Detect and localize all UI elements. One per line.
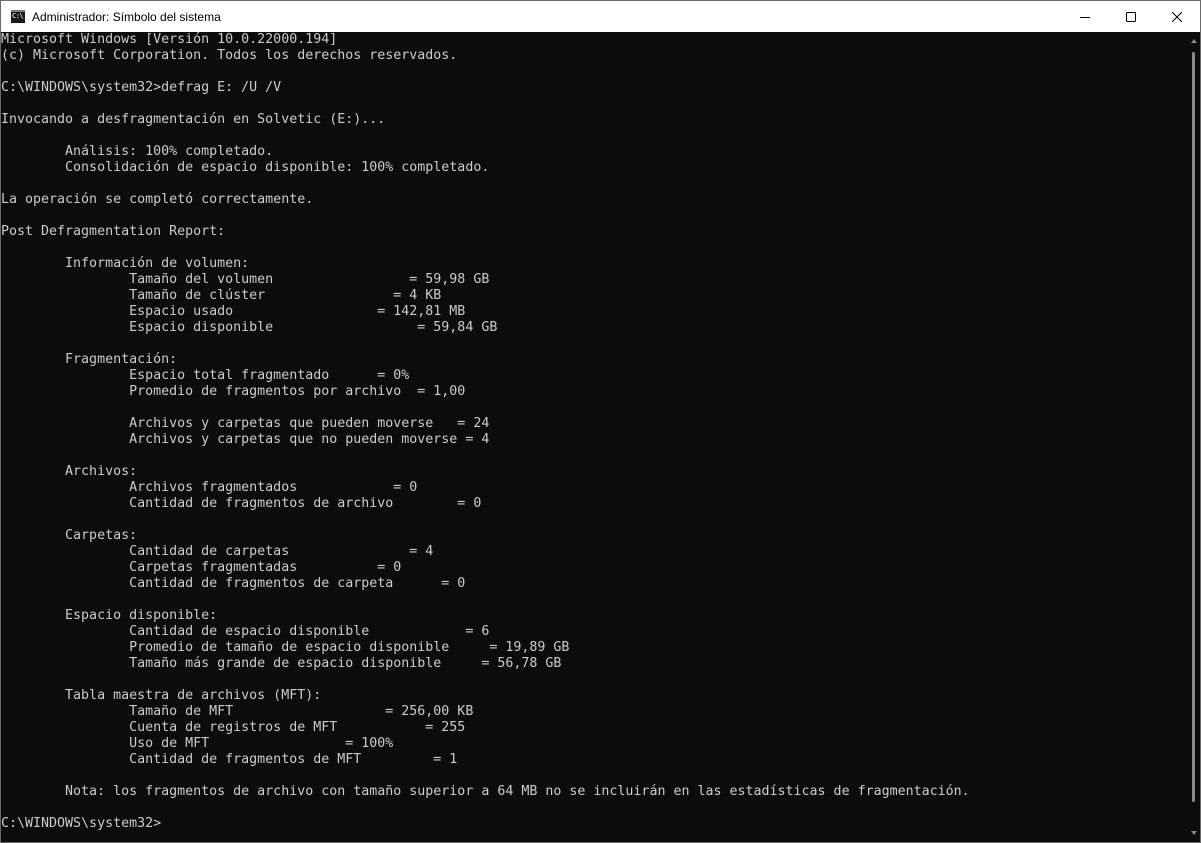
window-controls	[1062, 1, 1200, 32]
console-line: Tamaño de MFT = 256,00 KB	[1, 704, 474, 719]
console-line: Carpetas fragmentadas = 0	[1, 560, 402, 575]
console-line: Análisis: 100% completado.	[1, 144, 274, 159]
close-button[interactable]	[1154, 1, 1200, 32]
scrollbar-thumb[interactable]	[1192, 52, 1195, 802]
console-line: Cantidad de fragmentos de MFT = 1	[1, 752, 458, 767]
console-line: La operación se completó correctamente.	[1, 192, 314, 207]
console-line: Microsoft Windows [Versión 10.0.22000.19…	[1, 32, 338, 47]
console-line: C:\WINDOWS\system32>defrag E: /U /V	[1, 80, 282, 95]
console-line: Tamaño más grande de espacio disponible …	[1, 656, 562, 671]
console-line: Espacio total fragmentado = 0%	[1, 368, 410, 383]
console-text: Microsoft Windows [Versión 10.0.22000.19…	[1, 32, 1187, 832]
vertical-scrollbar[interactable]	[1187, 32, 1200, 842]
console-line: Espacio usado = 142,81 MB	[1, 304, 466, 319]
console-line: Tabla maestra de archivos (MFT):	[1, 688, 322, 703]
console-line: Tamaño del volumen = 59,98 GB	[1, 272, 490, 287]
console-line: Tamaño de clúster = 4 KB	[1, 288, 442, 303]
console-line: Nota: los fragmentos de archivo con tama…	[1, 784, 970, 799]
console-line: Uso de MFT = 100%	[1, 736, 394, 751]
scroll-up-arrow-icon[interactable]	[1191, 39, 1197, 43]
console-line: Información de volumen:	[1, 256, 250, 271]
minimize-icon	[1080, 16, 1090, 18]
scroll-down-arrow-icon[interactable]	[1191, 831, 1197, 835]
console-line: Carpetas:	[1, 528, 138, 543]
cmd-app-icon[interactable]: C:\	[11, 10, 25, 23]
console-line: Espacio disponible:	[1, 608, 218, 623]
console-line: Cantidad de espacio disponible = 6	[1, 624, 490, 639]
console-line: Archivos:	[1, 464, 138, 479]
console-line: Cantidad de fragmentos de carpeta = 0	[1, 576, 466, 591]
console-line: Promedio de tamaño de espacio disponible…	[1, 640, 570, 655]
minimize-button[interactable]	[1062, 1, 1108, 32]
console-line: Archivos fragmentados = 0	[1, 480, 418, 495]
close-icon	[1172, 11, 1182, 22]
console-output[interactable]: Microsoft Windows [Versión 10.0.22000.19…	[1, 32, 1187, 842]
console-line: Archivos y carpetas que pueden moverse =…	[1, 416, 490, 431]
console-line: Fragmentación:	[1, 352, 178, 367]
cmd-icon-label: C:\	[12, 12, 24, 20]
command-prompt-window: C:\ Administrador: Símbolo del sistema M…	[0, 0, 1201, 843]
console-line: Post Defragmentation Report:	[1, 224, 226, 239]
console-line: (c) Microsoft Corporation. Todos los der…	[1, 48, 458, 63]
maximize-icon	[1126, 11, 1136, 22]
console-line: Espacio disponible = 59,84 GB	[1, 320, 498, 335]
console-line: Consolidación de espacio disponible: 100…	[1, 160, 490, 175]
window-title: Administrador: Símbolo del sistema	[32, 9, 221, 24]
console-line: Cuenta de registros de MFT = 255	[1, 720, 466, 735]
console-line: Cantidad de carpetas = 4	[1, 544, 434, 559]
maximize-button[interactable]	[1108, 1, 1154, 32]
console-line: Invocando a desfragmentación en Solvetic…	[1, 112, 386, 127]
console-line: Archivos y carpetas que no pueden movers…	[1, 432, 490, 447]
console-line: Cantidad de fragmentos de archivo = 0	[1, 496, 482, 511]
title-bar[interactable]: C:\ Administrador: Símbolo del sistema	[1, 1, 1200, 32]
console-line: C:\WINDOWS\system32>	[1, 816, 162, 831]
console-line: Promedio de fragmentos por archivo = 1,0…	[1, 384, 466, 399]
